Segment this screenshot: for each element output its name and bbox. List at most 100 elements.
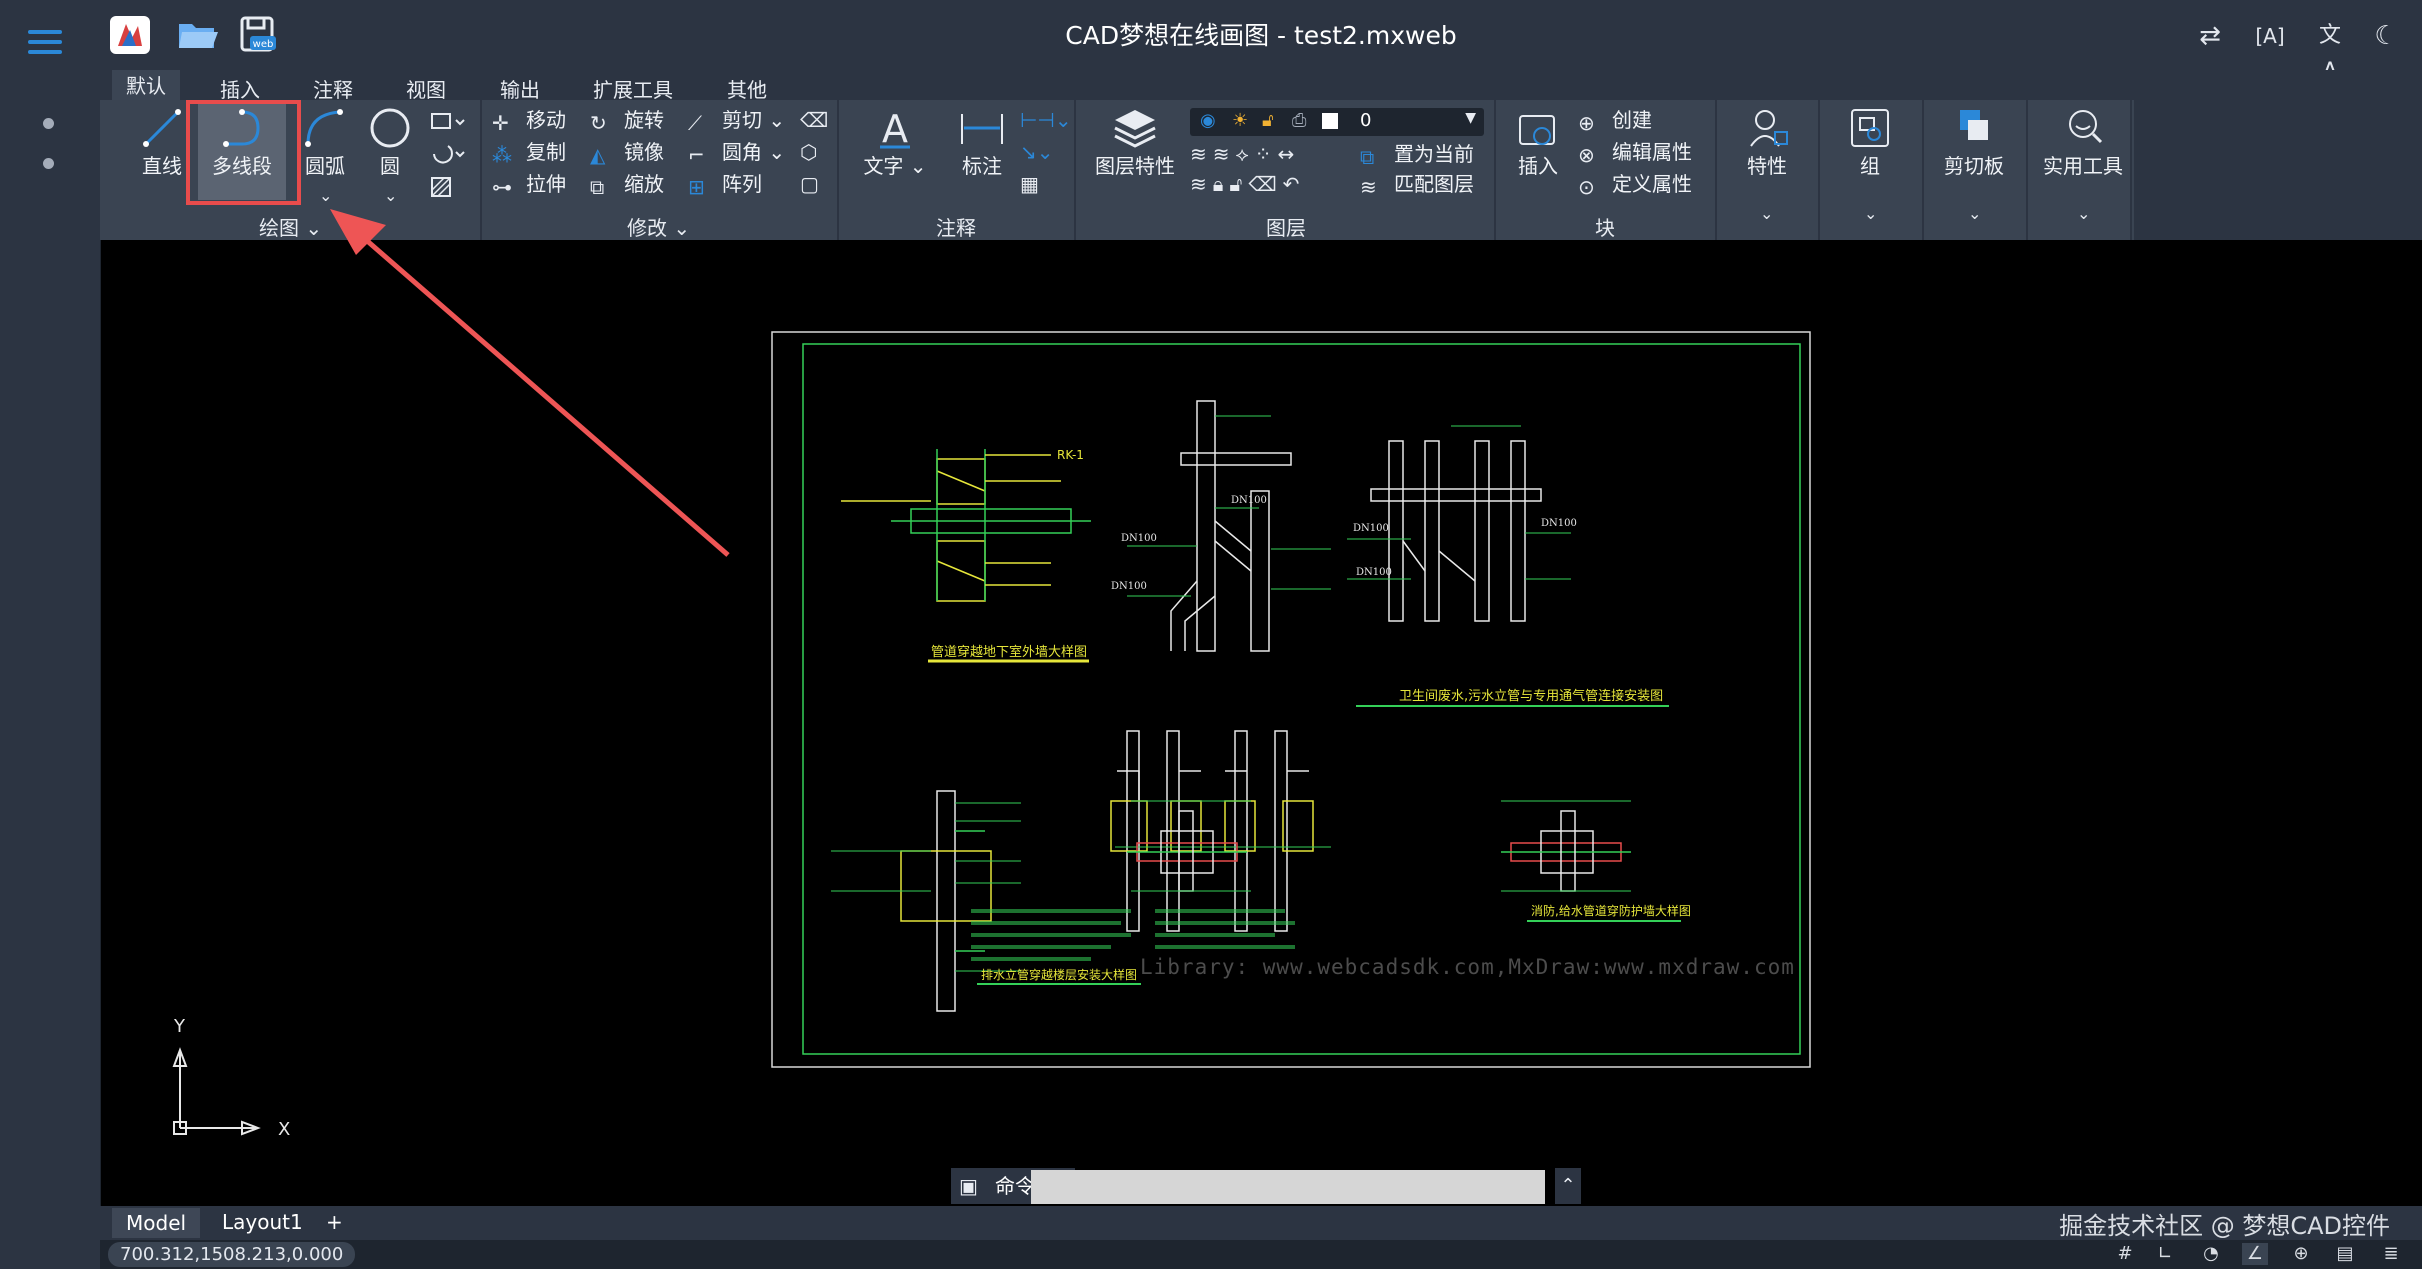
clipboard-button[interactable]: 剪切板 <box>1934 106 2014 179</box>
offset-icon[interactable]: ▢ <box>800 170 819 198</box>
terminal-icon: ▣ <box>959 1174 978 1198</box>
properties-button[interactable]: 特性 <box>1727 106 1807 179</box>
drawing-label-dn-f: DN100 <box>1356 567 1392 578</box>
dimension-label: 标注 <box>962 154 1002 178</box>
window-title: CAD梦想在线画图 - test2.mxweb <box>1065 21 1457 50</box>
text-button[interactable]: A 文字 ⌄ <box>860 106 930 179</box>
group-expand-icon[interactable]: ⌄ <box>1864 204 1877 223</box>
lineweight-icon[interactable]: ≣ <box>2378 1243 2404 1265</box>
stretch-button[interactable]: ⊶ 拉伸 <box>492 170 566 199</box>
tab-annotate[interactable]: 注释 <box>313 74 353 103</box>
dark-mode-moon-icon[interactable]: ☾ <box>2368 18 2404 54</box>
define-attribute-button[interactable]: ⊙ 定义属性 <box>1578 170 1692 199</box>
utilities-expand-icon[interactable]: ⌄ <box>2077 204 2090 223</box>
ai-icon[interactable]: [A] <box>2252 18 2288 54</box>
swap-icon[interactable]: ⇄ <box>2192 18 2228 54</box>
layer-tool-icons-row1[interactable]: ≋≋⟡⁘↔ <box>1190 140 1300 168</box>
tab-output[interactable]: 输出 <box>500 74 540 103</box>
add-layout-button[interactable]: + <box>326 1210 343 1234</box>
array-button[interactable]: ⊞ 阵列 <box>688 170 762 199</box>
tab-view[interactable]: 视图 <box>406 74 446 103</box>
command-input[interactable] <box>1031 1170 1545 1204</box>
move-button[interactable]: ✛ 移动 <box>492 106 566 135</box>
mirror-button[interactable]: ◭ 镜像 <box>590 138 664 167</box>
layer-dropdown-caret-icon: ▼ <box>1465 110 1476 126</box>
circle-dropdown-icon[interactable]: ⌄ <box>384 186 397 205</box>
utilities-label: 实用工具 <box>2043 154 2123 178</box>
layer-group-label: 图层 <box>1266 216 1306 240</box>
rail-dot-2[interactable] <box>43 158 54 169</box>
erase-icon[interactable]: ⌫ <box>800 106 828 134</box>
dimension-button[interactable]: 标注 <box>952 106 1012 179</box>
command-history-toggle-icon[interactable]: ⌃ <box>1555 1168 1581 1204</box>
layer-properties-label: 图层特性 <box>1095 154 1175 178</box>
block-group-label: 块 <box>1595 216 1615 240</box>
layer-unlock-icon: 🔓︎ <box>1262 110 1274 131</box>
grid-icon[interactable]: # <box>2112 1243 2138 1265</box>
layer-sun-icon: ☀ <box>1232 110 1249 131</box>
rail-dot-1[interactable] <box>43 118 54 129</box>
trim-button[interactable]: ⟋ 剪切 ⌄ <box>688 106 785 135</box>
line-label: 直线 <box>142 154 182 178</box>
match-layer-button[interactable]: ≋ 匹配图层 <box>1360 170 1474 199</box>
hamburger-menu-icon[interactable] <box>28 28 62 56</box>
fillet-button[interactable]: ⌐ 圆角 ⌄ <box>688 138 785 167</box>
arc-dropdown-icon[interactable]: ⌄ <box>319 186 332 205</box>
arc-tool-icon <box>305 109 343 147</box>
arc-button[interactable]: 圆弧 <box>300 106 350 179</box>
drainage-notes <box>971 909 1131 961</box>
create-block-button[interactable]: ⊕ 创建 <box>1578 106 1652 135</box>
dynamic-input-icon[interactable]: ▤ <box>2332 1243 2358 1265</box>
tab-extensions[interactable]: 扩展工具 <box>593 74 673 103</box>
clipboard-expand-icon[interactable]: ⌄ <box>1968 204 1981 223</box>
detail-riser-connection <box>1370 440 1542 622</box>
command-bar: ▣ 命令: <box>951 1168 1581 1204</box>
drawing-label-dn-a: DN100 <box>1121 533 1157 544</box>
credit-text: 掘金技术社区 @ 梦想CAD控件 <box>2059 1212 2390 1240</box>
scale-button[interactable]: ⧉ 缩放 <box>590 170 664 199</box>
tab-other[interactable]: 其他 <box>727 74 767 103</box>
circle-button[interactable]: 圆 <box>365 106 415 179</box>
tab-model[interactable]: Model <box>112 1208 201 1238</box>
layer-dropdown[interactable]: ◉ ☀ 🔓︎ ⎙ 0 ▼ <box>1190 108 1484 136</box>
properties-expand-icon[interactable]: ⌄ <box>1760 204 1773 223</box>
tab-insert[interactable]: 插入 <box>220 74 260 103</box>
explode-icon[interactable]: ⬡ <box>800 138 817 166</box>
drawing-label-dn-d: DN100 <box>1353 523 1389 534</box>
line-button[interactable]: 直线 <box>132 106 192 179</box>
layer-properties-button[interactable]: 图层特性 <box>1090 106 1180 179</box>
group-label: 组 <box>1860 154 1880 178</box>
osnap-tracking-icon[interactable]: ∠ <box>2242 1243 2268 1265</box>
polar-tracking-icon[interactable]: ◔ <box>2198 1243 2224 1265</box>
rotate-button[interactable]: ↻ 旋转 <box>590 106 664 135</box>
linear-dim-icon[interactable]: ⊢⊣⌄ <box>1020 106 1072 134</box>
table-icon[interactable]: ▦ <box>1020 170 1039 198</box>
leader-icon[interactable]: ↘⌄ <box>1020 138 1054 166</box>
tab-layout1[interactable]: Layout1 <box>222 1210 303 1234</box>
group-button[interactable]: 组 <box>1830 106 1910 179</box>
polyline-highlight-box <box>186 100 301 205</box>
edit-attribute-button[interactable]: ⊗ 编辑属性 <box>1578 138 1692 167</box>
tab-default[interactable]: 默认 <box>112 70 180 102</box>
layer-tool-icons-row2[interactable]: ≋🔒︎🔓︎⌫↶ <box>1190 170 1305 198</box>
current-layer-name: 0 <box>1360 110 1372 131</box>
object-snap-icon[interactable]: ⊕ <box>2288 1243 2314 1265</box>
ribbon-empty-area <box>2134 100 2422 240</box>
caption-wall-penetration: 管道穿越地下室外墙大样图 <box>931 644 1087 660</box>
ucs-x-label: X <box>278 1119 290 1140</box>
caption-fire-sleeve: 消防,给水管道穿防护墙大样图 <box>1531 903 1691 918</box>
set-current-button[interactable]: ⧉ 置为当前 <box>1360 140 1474 169</box>
drawing-label-dn-b: DN100 <box>1231 495 1267 506</box>
translate-icon[interactable]: 文A <box>2312 18 2348 84</box>
status-bar: 700.312,1508.213,0.000 <box>100 1240 2422 1269</box>
draw-group-label[interactable]: 绘图 ⌄ <box>259 212 322 241</box>
copy-button[interactable]: ⁂ 复制 <box>492 138 566 167</box>
insert-block-button[interactable]: 插入 <box>1508 110 1568 179</box>
insert-label: 插入 <box>1518 154 1558 178</box>
annotation-arrow <box>330 209 730 557</box>
detail-floor-riser <box>900 790 992 1012</box>
utilities-button[interactable]: 实用工具 <box>2038 106 2128 179</box>
ortho-icon[interactable]: ∟ <box>2152 1243 2178 1265</box>
left-rail <box>0 0 101 1269</box>
dimension-tool-icon <box>961 114 1003 144</box>
